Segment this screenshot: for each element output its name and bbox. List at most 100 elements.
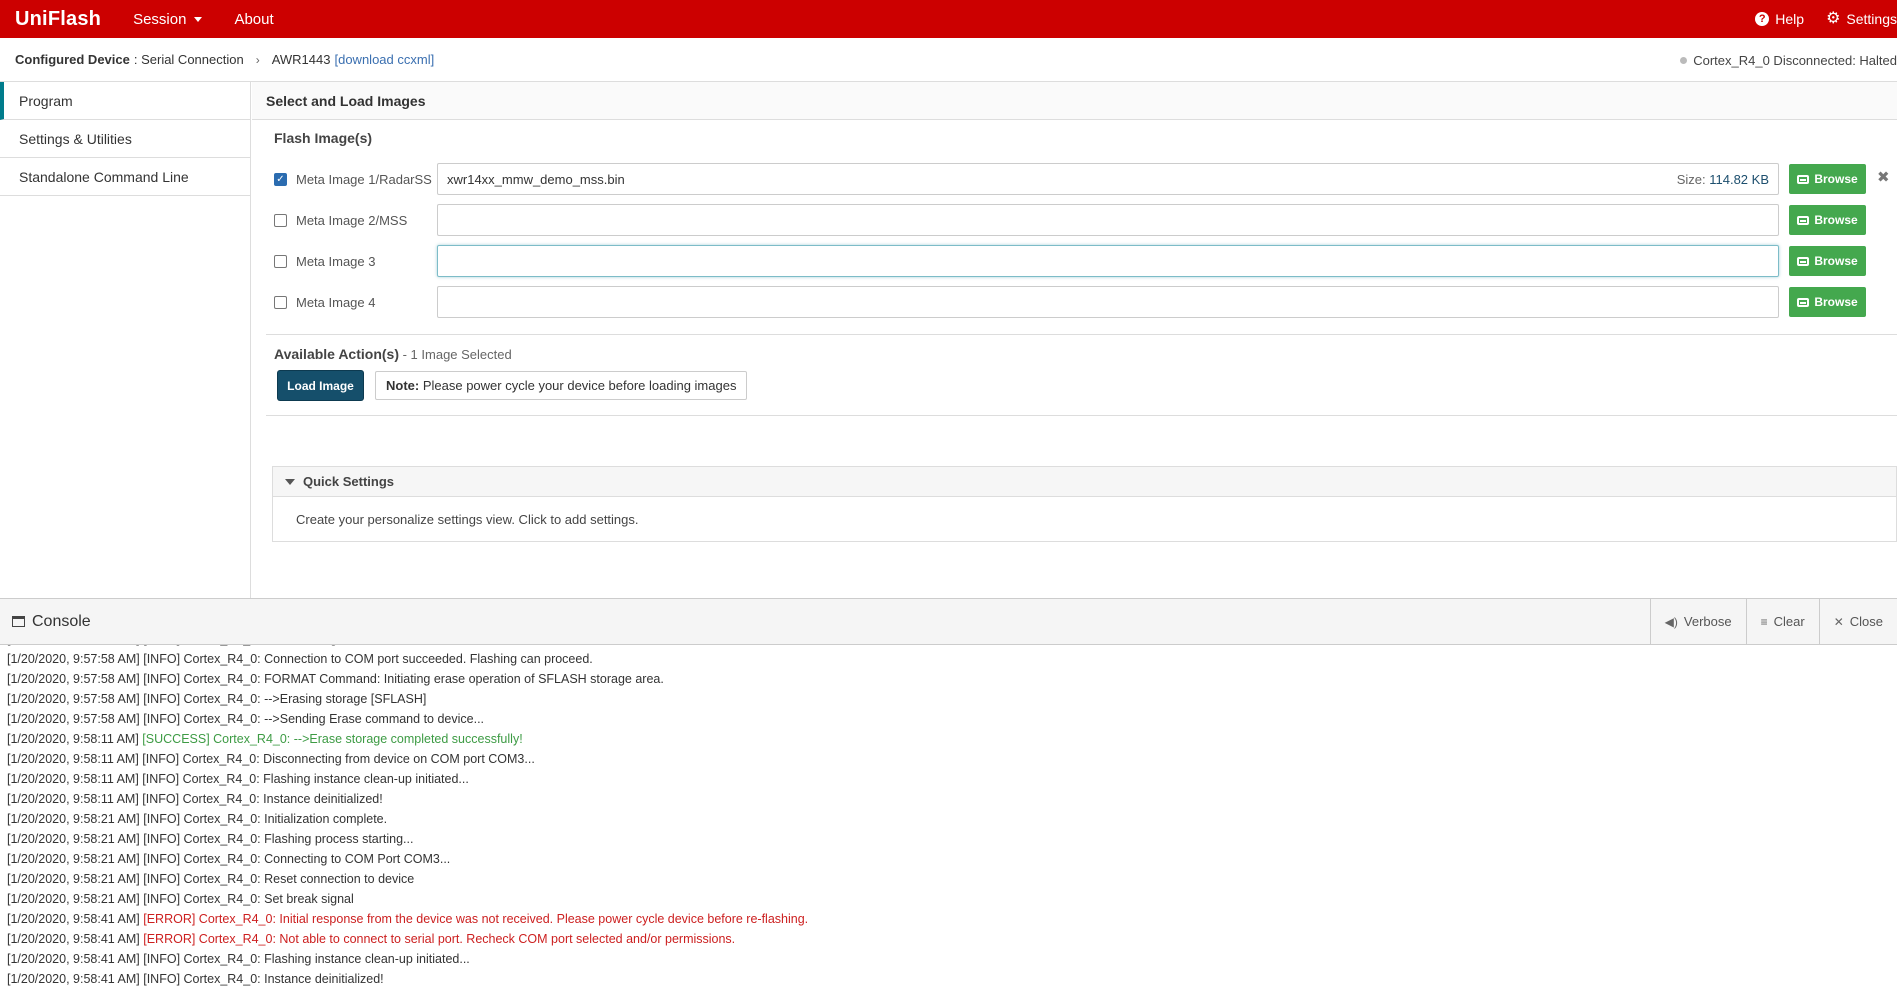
lines-icon: ≡ (1760, 614, 1768, 629)
image-2-path-field[interactable] (437, 204, 1779, 236)
console-title: Console (12, 613, 91, 631)
topbar-right: ? Help ⚙ Settings (1733, 0, 1897, 38)
window-icon (12, 616, 25, 627)
log-timestamp: [1/20/2020, 9:58:11 AM] (7, 752, 139, 766)
app-logo[interactable]: UniFlash (15, 8, 101, 31)
available-actions-title: Available Action(s) - 1 Image Selected (274, 346, 512, 362)
connection-type: : Serial Connection (133, 52, 244, 67)
log-timestamp: [1/20/2020, 9:57:58 AM] (7, 712, 140, 726)
verbose-label: Verbose (1683, 614, 1732, 629)
log-message: [INFO] Cortex_R4_0: Disconnecting from d… (142, 752, 535, 766)
image-4-checkbox[interactable] (274, 295, 287, 309)
sidebar-item-settings-utilities[interactable]: Settings & Utilities (0, 120, 250, 158)
configured-device-label: Configured Device (15, 52, 130, 67)
image-2-label: Meta Image 2/MSS (296, 212, 408, 228)
image-2-checkbox[interactable] (274, 213, 287, 227)
log-message: [INFO] Cortex_R4_0: -->Sending Erase com… (143, 712, 485, 726)
image-row-2: Meta Image 2/MSS (274, 204, 441, 236)
gear-icon: ⚙ (1826, 10, 1841, 27)
load-image-button[interactable]: Load Image (278, 371, 363, 400)
log-timestamp: [1/20/2020, 9:57:58 AM] (7, 652, 140, 666)
download-ccxml-link[interactable]: [download ccxml] (334, 52, 434, 67)
log-message: [INFO] Cortex_R4_0: Flashing process sta… (143, 832, 414, 846)
log-timestamp: [1/20/2020, 9:58:21 AM] (7, 832, 140, 846)
power-cycle-note: Note: Please power cycle your device bef… (375, 371, 748, 400)
about-menu[interactable]: About (234, 11, 273, 28)
clear-button[interactable]: ≡ Clear (1745, 599, 1819, 644)
image-3-checkbox[interactable] (274, 254, 287, 268)
log-message: [INFO] Cortex_R4_0: Instance deinitializ… (143, 972, 384, 986)
log-message: [INFO] Cortex_R4_0: -->Erasing storage [… (143, 692, 427, 706)
log-line: [1/20/2020, 9:57:58 AM] [INFO] Cortex_R4… (7, 669, 808, 689)
hdd-icon (1797, 174, 1810, 184)
image-1-label: Meta Image 1/RadarSS (296, 171, 432, 187)
image-row-3: Meta Image 3 (274, 245, 441, 277)
close-label: Close (1849, 614, 1883, 629)
log-line: [1/20/2020, 9:57:58 AM] [INFO] Cortex_R4… (7, 689, 808, 709)
quick-settings-header[interactable]: Quick Settings (273, 467, 1896, 497)
log-line: [1/20/2020, 9:58:11 AM] [INFO] Cortex_R4… (7, 749, 808, 769)
log-timestamp: [1/20/2020, 9:58:21 AM] (7, 892, 140, 906)
image-2-browse-button[interactable]: Browse (1789, 205, 1866, 235)
session-menu[interactable]: Session (133, 11, 203, 28)
image-1-path-field[interactable]: xwr14xx_mmw_demo_mss.bin Size: 114.82 KB (437, 163, 1779, 195)
log-line: [1/20/2020, 9:57:58 AM] [INFO] Cortex_R4… (7, 709, 808, 729)
console-log[interactable]: [1/20/2020, 9:57:58 AM] [INFO] Cortex_R4… (0, 645, 1897, 996)
sidebar-item-standalone-command-line[interactable]: Standalone Command Line (0, 158, 250, 196)
log-message: [SUCCESS] Cortex_R4_0: -->Erase storage … (142, 732, 523, 746)
log-timestamp: [1/20/2020, 9:58:11 AM] (7, 792, 139, 806)
help-link[interactable]: ? Help (1755, 11, 1804, 27)
log-line: [1/20/2020, 9:58:41 AM] [INFO] Cortex_R4… (7, 969, 808, 989)
chevron-right-icon: › (255, 52, 260, 67)
console-header: Console ◀) Verbose ≡ Clear ✕ Close (0, 598, 1897, 645)
log-message: [ERROR] Cortex_R4_0: Not able to connect… (143, 932, 736, 946)
image-3-browse-button[interactable]: Browse (1789, 246, 1866, 276)
connection-status-text: Cortex_R4_0 Disconnected: Halted (1693, 52, 1897, 68)
browse-label: Browse (1814, 172, 1858, 186)
image-row-1: ✓ Meta Image 1/RadarSS (274, 163, 441, 195)
log-line: [1/20/2020, 9:58:21 AM] [INFO] Cortex_R4… (7, 829, 808, 849)
close-console-button[interactable]: ✕ Close (1818, 599, 1897, 644)
volume-icon: ◀) (1664, 614, 1678, 629)
log-message: [INFO] Cortex_R4_0: FORMAT Command: Init… (143, 672, 664, 686)
image-4-path-field[interactable] (437, 286, 1779, 318)
log-message: [INFO] Cortex_R4_0: Flashing instance cl… (143, 952, 470, 966)
log-lines: [1/20/2020, 9:57:58 AM] [INFO] Cortex_R4… (7, 645, 808, 989)
image-1-browse-button[interactable]: Browse (1789, 164, 1866, 194)
image-1-filename: xwr14xx_mmw_demo_mss.bin (447, 171, 625, 187)
browse-label: Browse (1814, 295, 1858, 309)
remove-image-icon[interactable]: ✖ (1877, 168, 1890, 186)
browse-label: Browse (1814, 254, 1858, 268)
log-line: [1/20/2020, 9:58:11 AM] [SUCCESS] Cortex… (7, 729, 808, 749)
log-timestamp: [1/20/2020, 9:58:21 AM] (7, 812, 140, 826)
verbose-button[interactable]: ◀) Verbose (1649, 599, 1746, 644)
image-3-path-field[interactable] (437, 245, 1779, 277)
top-navbar: UniFlash Session About ? Help ⚙ Settings (0, 0, 1897, 38)
quick-settings-body[interactable]: Create your personalize settings view. C… (273, 497, 1896, 542)
clear-label: Clear (1773, 614, 1805, 629)
log-line: [1/20/2020, 9:58:21 AM] [INFO] Cortex_R4… (7, 869, 808, 889)
log-line: [1/20/2020, 9:58:41 AM] [INFO] Cortex_R4… (7, 949, 808, 969)
log-timestamp: [1/20/2020, 9:58:41 AM] (7, 912, 140, 926)
sidebar-item-program[interactable]: Program (0, 82, 250, 120)
log-timestamp: [1/20/2020, 9:58:11 AM] (7, 732, 139, 746)
log-message: [INFO] Cortex_R4_0: Connection to COM po… (143, 652, 593, 666)
breadcrumb-path: Configured Device : Serial Connection › … (15, 52, 434, 67)
connection-status: Cortex_R4_0 Disconnected: Halted (1680, 38, 1897, 82)
log-line: [1/20/2020, 9:58:21 AM] [INFO] Cortex_R4… (7, 889, 808, 909)
note-text: Please power cycle your device before lo… (419, 378, 737, 393)
sidebar: Program Settings & Utilities Standalone … (0, 82, 251, 598)
settings-link[interactable]: ⚙ Settings (1826, 10, 1897, 28)
image-1-checkbox[interactable]: ✓ (274, 172, 287, 186)
hdd-icon (1797, 297, 1810, 307)
log-timestamp: [1/20/2020, 9:58:11 AM] (7, 772, 139, 786)
page-title: Select and Load Images (252, 82, 1897, 120)
quick-settings-panel: Quick Settings Create your personalize s… (272, 466, 1897, 542)
log-line: [1/20/2020, 9:58:21 AM] [INFO] Cortex_R4… (7, 849, 808, 869)
settings-label: Settings (1846, 11, 1897, 27)
image-4-browse-button[interactable]: Browse (1789, 287, 1866, 317)
console-toolbar: ◀) Verbose ≡ Clear ✕ Close (1649, 599, 1897, 644)
log-timestamp: [1/20/2020, 9:58:41 AM] (7, 932, 140, 946)
triangle-down-icon (285, 478, 295, 485)
image-1-size: Size: 114.82 KB (1676, 171, 1769, 187)
